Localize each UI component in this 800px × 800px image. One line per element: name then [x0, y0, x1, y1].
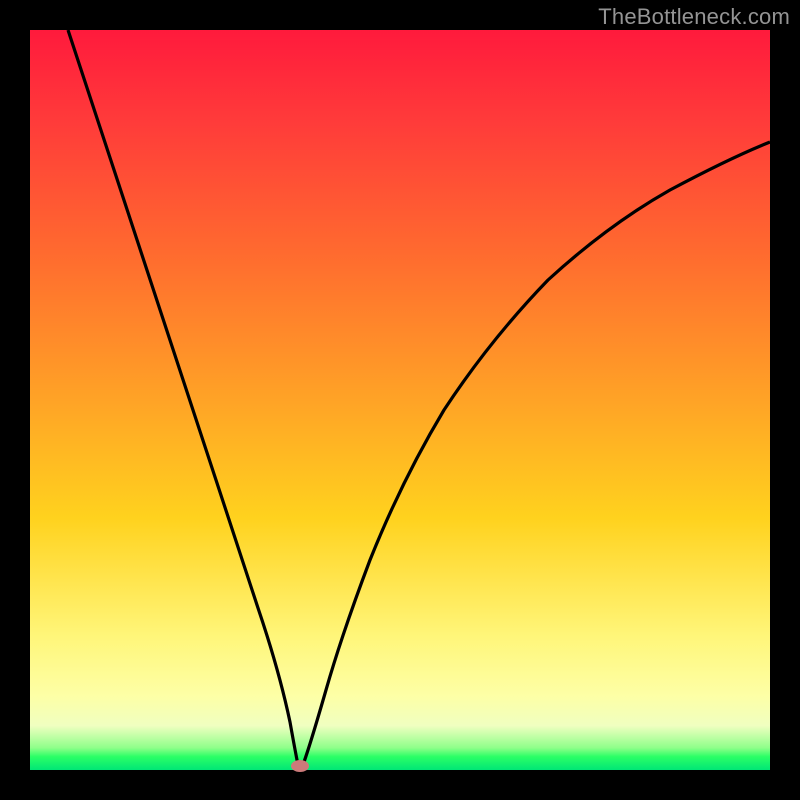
optimal-point-marker: [291, 760, 309, 772]
chart-plot-area: [30, 30, 770, 770]
chart-frame: TheBottleneck.com: [0, 0, 800, 800]
watermark-text: TheBottleneck.com: [598, 4, 790, 30]
bottleneck-curve: [30, 30, 770, 770]
curve-path: [68, 30, 770, 770]
